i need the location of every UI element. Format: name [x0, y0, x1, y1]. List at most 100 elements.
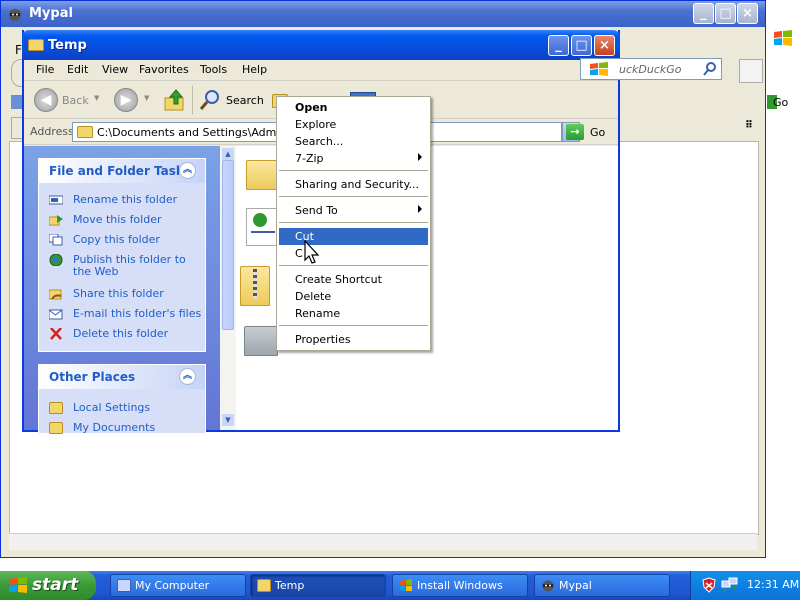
taskbar-my-computer[interactable]: My Computer — [110, 574, 246, 597]
other-places-header[interactable]: Other Places ︽ — [39, 365, 205, 389]
start-label: start — [32, 575, 79, 595]
task-pane: File and Folder Tasks ︽ Rename this fold… — [24, 146, 220, 434]
ctx-explore[interactable]: Explore — [279, 116, 428, 133]
taskbar-install-windows[interactable]: Install Windows — [392, 574, 528, 597]
taskbar: start My Computer Temp Install Windows M… — [0, 571, 800, 600]
folder-icon — [49, 422, 63, 434]
magnifier-icon — [199, 90, 219, 110]
back-button[interactable]: ◀ Back — [34, 88, 94, 114]
address-label: Address — [30, 125, 74, 138]
file-folder-tasks-header[interactable]: File and Folder Tasks ︽ — [39, 159, 205, 183]
search-label: Search — [226, 94, 264, 107]
windows-flag-icon — [9, 577, 27, 593]
menu-bar: File Edit View Favorites Tools Help — [24, 60, 618, 81]
ctx-cut[interactable]: Cut — [279, 228, 428, 245]
document-lines-icon — [251, 231, 275, 233]
address-value: C:\Documents and Settings\Administ — [97, 126, 300, 139]
forward-dropdown-icon[interactable]: ▼ — [144, 94, 149, 102]
go-arrow-icon: → — [566, 124, 584, 140]
mypal-partial-button[interactable] — [739, 59, 763, 83]
windows-flag-icon — [400, 579, 412, 591]
folder-icon — [257, 579, 271, 592]
temp-close-button[interactable]: × — [594, 35, 615, 56]
mypal-maximize-button[interactable]: □ — [715, 3, 736, 24]
share-icon — [49, 289, 62, 300]
ctx-create-shortcut[interactable]: Create Shortcut — [279, 271, 428, 288]
gray-folder-icon[interactable] — [244, 326, 278, 356]
menu-tools[interactable]: Tools — [200, 63, 227, 76]
duckduckgo-search-field[interactable]: uckDuckGo — [580, 58, 722, 80]
go-button[interactable]: → Go — [566, 122, 620, 142]
menu-favorites[interactable]: Favorites — [139, 63, 189, 76]
temp-titlebar[interactable]: Temp _ □ × — [22, 30, 620, 60]
mypal-titlebar[interactable]: Mypal _ □ × — [1, 1, 765, 27]
delete-x-icon — [50, 328, 62, 340]
forward-arrow-icon[interactable]: ▶ — [114, 88, 138, 112]
collapse-chevron-icon[interactable]: ︽ — [179, 368, 196, 385]
ctx-copy[interactable]: C — [279, 245, 428, 262]
ctx-delete[interactable]: Delete — [279, 288, 428, 305]
menu-help[interactable]: Help — [242, 63, 267, 76]
network-connection-icon[interactable] — [721, 577, 739, 593]
file-folder-icon[interactable] — [246, 160, 280, 190]
back-arrow-icon: ◀ — [34, 88, 58, 112]
back-dropdown-icon[interactable]: ▼ — [94, 94, 99, 102]
ctx-search[interactable]: Search... — [279, 133, 428, 150]
menu-file[interactable]: File — [36, 63, 54, 76]
clock: 12:31 AM — [747, 578, 800, 591]
mypal-raccoon-icon — [9, 9, 21, 21]
up-folder-icon[interactable] — [164, 88, 186, 112]
grid-icon[interactable]: ⠿ — [745, 121, 755, 131]
toolbar-separator — [192, 86, 193, 114]
ctx-rename[interactable]: Rename — [279, 305, 428, 322]
ctx-separator — [279, 222, 428, 223]
mouse-pointer-icon — [304, 240, 320, 264]
submenu-arrow-icon — [418, 153, 422, 161]
menu-view[interactable]: View — [102, 63, 128, 76]
ctx-separator — [279, 325, 428, 326]
windows-flag-icon — [590, 62, 608, 76]
ctx-sharing-security[interactable]: Sharing and Security... — [279, 176, 428, 193]
mypal-partial-menu: F — [15, 43, 22, 57]
copy-icon — [49, 234, 63, 246]
mypal-go-label: Go — [773, 96, 789, 109]
start-button[interactable]: start — [0, 571, 96, 600]
move-icon — [49, 215, 63, 226]
folder-icon — [49, 402, 63, 414]
ctx-7zip[interactable]: 7-Zip — [279, 150, 428, 167]
mypal-go-area[interactable]: Go — [765, 93, 800, 113]
file-web-document-icon[interactable] — [246, 208, 280, 246]
file-folder-tasks-title: File and Folder Tasks — [49, 164, 192, 178]
temp-maximize-button[interactable]: □ — [571, 35, 592, 56]
menu-edit[interactable]: Edit — [67, 63, 88, 76]
computer-icon — [117, 579, 131, 592]
ctx-separator — [279, 196, 428, 197]
zip-folder-icon[interactable] — [240, 266, 270, 306]
go-label: Go — [590, 126, 606, 139]
scroll-up-icon[interactable]: ▲ — [222, 148, 234, 160]
folder-title-icon — [28, 39, 44, 51]
scroll-down-icon[interactable]: ▼ — [222, 414, 234, 426]
other-places-title: Other Places — [49, 370, 136, 384]
search-button[interactable]: Search — [198, 88, 264, 114]
taskbar-mypal[interactable]: Mypal — [534, 574, 670, 597]
collapse-chevron-icon[interactable]: ︽ — [179, 162, 196, 179]
rename-icon — [49, 195, 63, 205]
temp-minimize-button[interactable]: _ — [548, 35, 569, 56]
email-icon — [49, 309, 63, 320]
windows-flag-icon — [774, 30, 792, 46]
context-menu: Open Explore Search... 7-Zip Sharing and… — [276, 96, 431, 351]
mypal-close-button[interactable]: × — [737, 3, 758, 24]
ctx-separator — [279, 265, 428, 266]
security-shield-icon[interactable] — [701, 577, 717, 593]
taskbar-temp[interactable]: Temp — [250, 574, 386, 597]
temp-title: Temp — [48, 38, 87, 53]
mypal-minimize-button[interactable]: _ — [693, 3, 714, 24]
search-icon[interactable] — [703, 62, 717, 76]
ctx-open[interactable]: Open — [279, 99, 428, 116]
mypal-horizontal-scrollbar[interactable] — [9, 533, 757, 550]
ctx-properties[interactable]: Properties — [279, 331, 428, 348]
scroll-thumb[interactable] — [222, 160, 234, 330]
ctx-send-to[interactable]: Send To — [279, 202, 428, 219]
other-places-box: Other Places ︽ Local Settings My Documen… — [38, 364, 206, 434]
